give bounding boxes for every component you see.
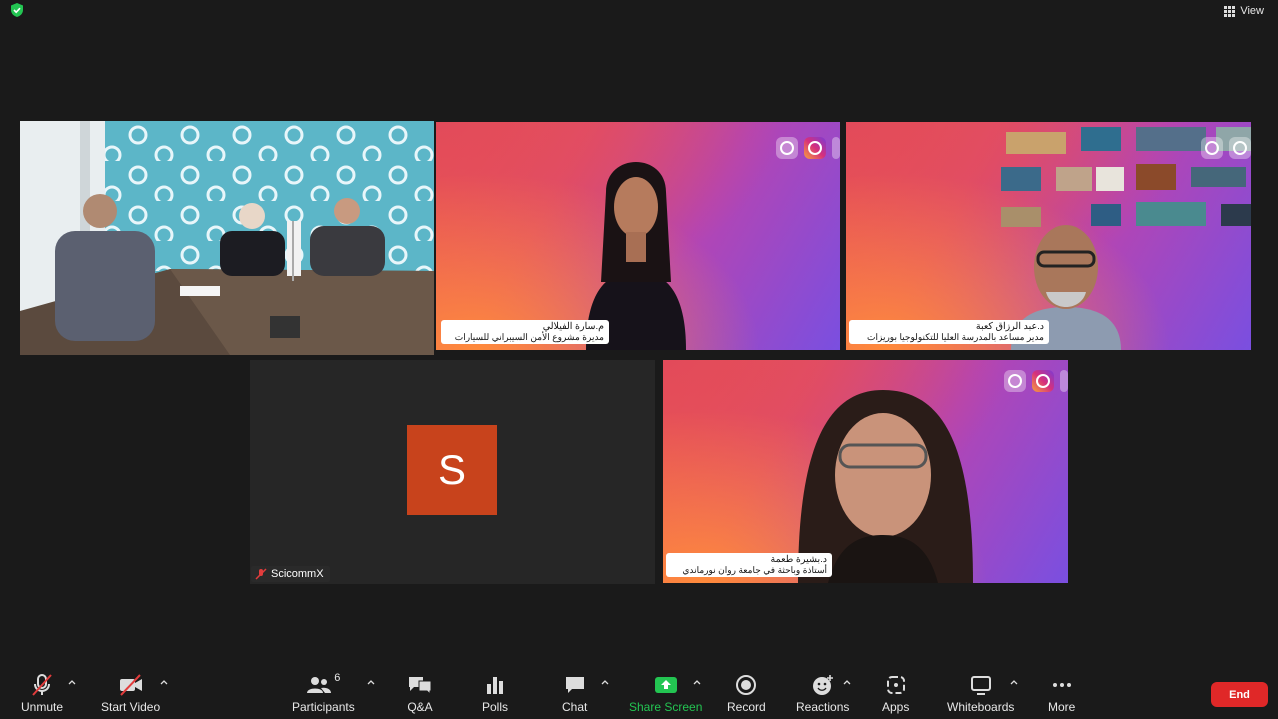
record-label: Record xyxy=(727,700,766,714)
apps-button[interactable]: Apps xyxy=(882,672,909,714)
video-tile-sara[interactable]: م.سارة الفيلالي مديرة مشروع الأمن السيبر… xyxy=(436,122,840,350)
reactions-button[interactable]: Reactions xyxy=(796,672,849,714)
chat-button[interactable]: Chat xyxy=(562,672,587,714)
instagram-icon xyxy=(1229,137,1251,159)
name-tag-bouchra: د.بشيرة طعمة أستاذة وباحثة في جامعة روان… xyxy=(666,553,832,577)
participants-label: Participants xyxy=(292,700,355,714)
chevron-up-icon[interactable] xyxy=(601,678,609,686)
chevron-up-icon[interactable] xyxy=(160,678,168,686)
share-screen-button[interactable]: Share Screen xyxy=(629,672,702,714)
polls-button[interactable]: Polls xyxy=(482,672,508,714)
meeting-toolbar: Unmute Start Video 6 Participants Q&A Po… xyxy=(0,664,1278,719)
chat-icon xyxy=(565,677,584,693)
avatar: S xyxy=(407,425,497,515)
whiteboards-button[interactable]: Whiteboards xyxy=(947,672,1014,714)
apps-icon xyxy=(886,676,905,694)
participants-button[interactable]: 6 Participants xyxy=(292,672,355,714)
participants-count: 6 xyxy=(334,672,341,684)
video-tile-room[interactable] xyxy=(20,121,434,355)
start-video-button[interactable]: Start Video xyxy=(101,672,160,714)
location-icon xyxy=(1201,137,1223,159)
whiteboards-label: Whiteboards xyxy=(947,700,1015,714)
partial-icon xyxy=(1060,370,1068,392)
participant-title: مديرة مشروع الأمن السيبراني للسيارات xyxy=(454,332,604,342)
record-icon xyxy=(736,675,757,695)
background-icons xyxy=(1201,137,1251,159)
instagram-icon xyxy=(1032,370,1054,392)
chevron-up-icon[interactable] xyxy=(1010,678,1018,686)
more-button[interactable]: More xyxy=(1048,672,1075,714)
background-icons xyxy=(776,137,840,159)
chevron-up-icon[interactable] xyxy=(68,678,76,686)
participants-icon xyxy=(307,677,332,693)
video-tile-abderrazak[interactable]: د.عبد الرزاق كعبة مدير مساعد بالمدرسة ال… xyxy=(846,122,1251,350)
polls-label: Polls xyxy=(482,700,509,714)
partial-icon xyxy=(832,137,840,159)
participant-name: م.سارة الفيلالي xyxy=(542,321,604,332)
reactions-label: Reactions xyxy=(796,700,850,714)
more-icon xyxy=(1052,683,1071,687)
grid-icon xyxy=(1224,5,1236,17)
participant-name: د.بشيرة طعمة xyxy=(770,554,827,565)
apps-label: Apps xyxy=(882,700,910,714)
participant-name: د.عبد الرزاق كعبة xyxy=(975,321,1044,332)
view-button[interactable]: View xyxy=(1224,2,1264,20)
polls-icon xyxy=(487,677,503,694)
background-icons xyxy=(1004,370,1068,392)
room-scene xyxy=(20,121,434,355)
name-tag-scicommx: ScicommX xyxy=(251,566,330,582)
name-tag-sara: م.سارة الفيلالي مديرة مشروع الأمن السيبر… xyxy=(441,320,609,344)
muted-mic-icon xyxy=(32,674,52,696)
chevron-up-icon[interactable] xyxy=(843,678,851,686)
location-icon xyxy=(1004,370,1026,392)
participant-title: أستاذة وباحثة في جامعة روان نورماندي xyxy=(682,565,827,575)
qa-icon xyxy=(409,677,432,696)
qa-label: Q&A xyxy=(407,700,433,714)
name-tag-abderrazak: د.عبد الرزاق كعبة مدير مساعد بالمدرسة ال… xyxy=(849,320,1049,344)
unmute-button[interactable]: Unmute xyxy=(21,672,63,714)
more-label: More xyxy=(1048,700,1076,714)
chevron-up-icon[interactable] xyxy=(693,678,701,686)
view-label: View xyxy=(1240,5,1264,17)
share-screen-icon xyxy=(654,677,677,693)
record-button[interactable]: Record xyxy=(727,672,766,714)
qa-button[interactable]: Q&A xyxy=(407,672,433,714)
end-meeting-button[interactable]: End xyxy=(1211,682,1268,707)
participant-title: مدير مساعد بالمدرسة العليا للتكنولوجيا ب… xyxy=(867,332,1044,342)
instagram-icon xyxy=(804,137,826,159)
location-icon xyxy=(776,137,798,159)
reactions-icon xyxy=(812,675,833,695)
muted-mic-icon xyxy=(255,568,267,580)
chevron-up-icon[interactable] xyxy=(367,678,375,686)
video-tile-bouchra[interactable]: د.بشيرة طعمة أستاذة وباحثة في جامعة روان… xyxy=(663,360,1068,583)
video-off-icon xyxy=(119,674,142,696)
start-video-label: Start Video xyxy=(101,700,161,714)
whiteboard-icon xyxy=(970,676,991,695)
share-screen-label: Share Screen xyxy=(629,700,703,714)
unmute-label: Unmute xyxy=(21,700,64,714)
participant-name: ScicommX xyxy=(271,568,324,580)
chat-label: Chat xyxy=(562,700,588,714)
security-shield-icon[interactable] xyxy=(9,2,25,18)
